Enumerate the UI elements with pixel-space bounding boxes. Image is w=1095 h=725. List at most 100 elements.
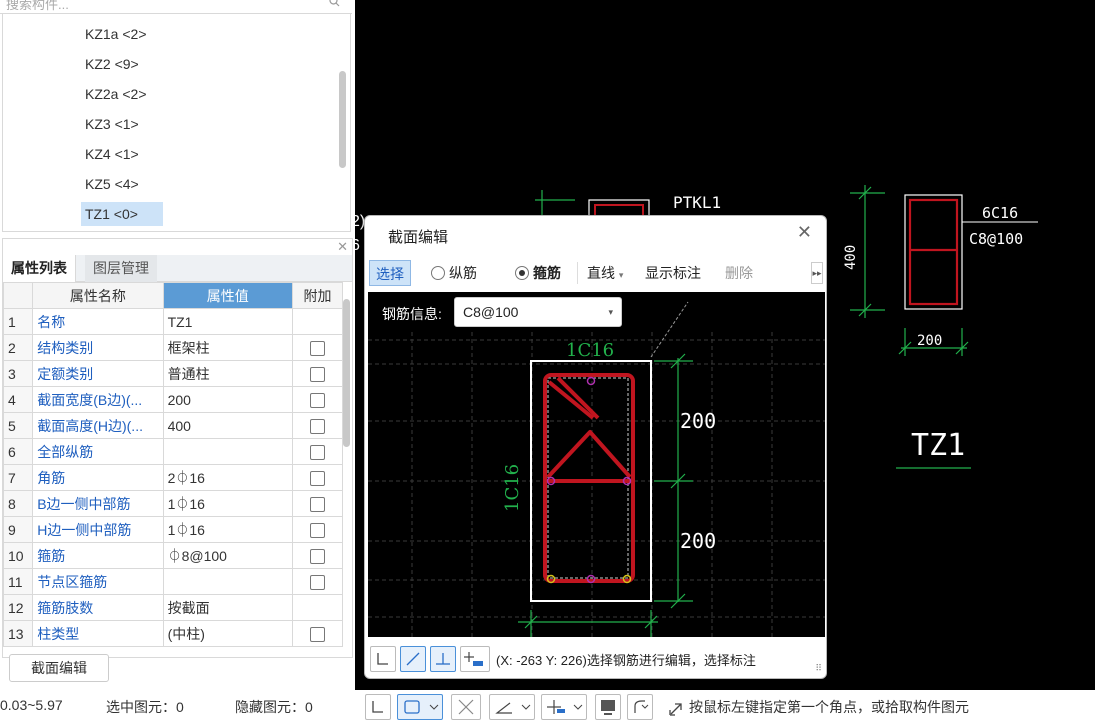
- radio-icon: [431, 266, 445, 280]
- attach-checkbox[interactable]: [309, 574, 325, 590]
- attach-checkbox[interactable]: [309, 340, 325, 356]
- table-row[interactable]: 12 箍筋肢数 按截面: [2, 594, 344, 621]
- property-value[interactable]: 框架柱: [162, 334, 293, 361]
- attach-checkbox[interactable]: [309, 626, 325, 642]
- table-row[interactable]: 13 柱类型 (中柱): [2, 620, 344, 647]
- snap-button[interactable]: [541, 694, 587, 720]
- show-label-button[interactable]: 显示标注: [645, 260, 701, 286]
- list-scrollbar[interactable]: [339, 71, 346, 168]
- cross-select-button[interactable]: [451, 694, 481, 720]
- property-value[interactable]: 400: [162, 412, 293, 439]
- tz1-label: TZ1: [911, 428, 965, 463]
- table-row[interactable]: 10 箍筋 ⏀8@100: [2, 542, 344, 569]
- property-panel: ✕ 属性列表 图层管理 属性名称 属性值 附加 1 名称 TZ1 2 结构类别 框架柱 3 定…: [2, 238, 353, 658]
- attach-checkbox[interactable]: [309, 392, 325, 408]
- section-canvas[interactable]: 1C16 1C16 200 200 钢筋信息: C8@100 ▾: [368, 292, 825, 637]
- display-button[interactable]: [595, 694, 621, 720]
- snap-button[interactable]: [460, 646, 490, 672]
- dialog-bottom-bar: (X: -263 Y: 226)选择钢筋进行编辑，选择标注 ⠿: [365, 640, 826, 678]
- property-value[interactable]: TZ1: [162, 308, 293, 335]
- delete-button[interactable]: 删除: [725, 260, 753, 286]
- table-row[interactable]: 6 全部纵筋: [2, 438, 344, 465]
- list-item[interactable]: KZ4 <1>: [81, 142, 143, 166]
- close-icon[interactable]: ✕: [797, 222, 812, 243]
- property-value[interactable]: [162, 438, 293, 465]
- table-row[interactable]: 3 定额类别 普通柱: [2, 360, 344, 387]
- tab-properties[interactable]: 属性列表: [3, 255, 76, 282]
- list-item[interactable]: KZ1a <2>: [81, 22, 151, 46]
- ortho-icon: [377, 653, 388, 665]
- table-row[interactable]: 2 结构类别 框架柱: [2, 334, 344, 361]
- property-value[interactable]: 1⏀16: [162, 490, 293, 517]
- attach-checkbox[interactable]: [309, 522, 325, 538]
- ortho-button[interactable]: [370, 646, 396, 672]
- tab-layers[interactable]: 图层管理: [85, 255, 157, 282]
- tab-bar: 属性列表 图层管理: [3, 255, 352, 282]
- radio-longitudinal[interactable]: 纵筋: [431, 260, 477, 286]
- table-row[interactable]: 4 截面宽度(B边)(... 200: [2, 386, 344, 413]
- arc-button[interactable]: [627, 694, 653, 720]
- property-name: 截面宽度(B边)(...: [32, 386, 164, 413]
- rebar-info-select[interactable]: C8@100 ▾: [454, 297, 622, 327]
- cross-icon: [458, 699, 474, 715]
- table-row[interactable]: 5 截面高度(H边)(... 400: [2, 412, 344, 439]
- left-panel: 搜索构件... KZ1a <2> KZ2 <9> KZ2a <2> KZ3 <1…: [0, 0, 355, 725]
- property-value[interactable]: 200: [162, 386, 293, 413]
- svg-text:6: 6: [355, 237, 360, 254]
- attach-checkbox[interactable]: [309, 418, 325, 434]
- property-value[interactable]: 1⏀16: [162, 516, 293, 543]
- search-icon[interactable]: [329, 0, 340, 7]
- list-item-selected[interactable]: TZ1 <0>: [81, 202, 163, 226]
- attach-checkbox[interactable]: [309, 444, 325, 460]
- rect-select-button[interactable]: [397, 694, 443, 720]
- attach-cell: [291, 542, 344, 569]
- row-number: 11: [2, 568, 34, 595]
- search-input[interactable]: 搜索构件...: [6, 0, 69, 13]
- line-mode-dropdown[interactable]: 直线 ▾: [587, 260, 623, 286]
- ortho-button[interactable]: [365, 694, 391, 720]
- radio-stirrup-label: 箍筋: [533, 265, 561, 281]
- radio-stirrup[interactable]: 箍筋: [515, 260, 561, 286]
- resize-grip-icon[interactable]: ⠿: [815, 663, 822, 674]
- dim-200-label: 200: [917, 333, 942, 349]
- attach-checkbox[interactable]: [309, 366, 325, 382]
- dim-lower-label: 200: [680, 529, 716, 553]
- property-value[interactable]: [162, 568, 293, 595]
- header-num: [2, 282, 34, 309]
- line-tool-button[interactable]: [400, 646, 426, 672]
- more-icon[interactable]: ▸▸: [811, 262, 823, 284]
- property-name: 结构类别: [32, 334, 164, 361]
- row-number: 10: [2, 542, 34, 569]
- table-row[interactable]: 7 角筋 2⏀16: [2, 464, 344, 491]
- property-value[interactable]: 按截面: [162, 594, 293, 621]
- list-item[interactable]: KZ3 <1>: [81, 112, 143, 136]
- property-scrollbar[interactable]: [343, 299, 350, 447]
- table-row[interactable]: 11 节点区箍筋: [2, 568, 344, 595]
- perpendicular-button[interactable]: [430, 646, 456, 672]
- arc-icon: [634, 700, 649, 713]
- property-value[interactable]: 2⏀16: [162, 464, 293, 491]
- row-number: 6: [2, 438, 34, 465]
- table-row[interactable]: 1 名称 TZ1: [2, 308, 344, 335]
- select-button[interactable]: 选择: [369, 260, 411, 286]
- property-value[interactable]: 普通柱: [162, 360, 293, 387]
- list-item[interactable]: KZ2 <9>: [81, 52, 143, 76]
- attach-cell: [291, 490, 344, 517]
- attach-checkbox[interactable]: [309, 470, 325, 486]
- attach-cell: [291, 360, 344, 387]
- list-item[interactable]: KZ2a <2>: [81, 82, 151, 106]
- angle-button[interactable]: [489, 694, 535, 720]
- table-row[interactable]: 8 B边一侧中部筋 1⏀16: [2, 490, 344, 517]
- attach-checkbox[interactable]: [309, 496, 325, 512]
- attach-cell: [291, 568, 344, 595]
- close-icon[interactable]: ✕: [337, 239, 348, 255]
- attach-checkbox[interactable]: [309, 548, 325, 564]
- property-value[interactable]: ⏀8@100: [162, 542, 293, 569]
- table-row[interactable]: 9 H边一侧中部筋 1⏀16: [2, 516, 344, 543]
- section-edit-button[interactable]: 截面编辑: [9, 654, 109, 682]
- perpendicular-icon: [436, 653, 450, 665]
- search-bar[interactable]: 搜索构件...: [0, 0, 352, 14]
- property-value[interactable]: (中柱): [162, 620, 293, 647]
- row-number: 9: [2, 516, 34, 543]
- list-item[interactable]: KZ5 <4>: [81, 172, 143, 196]
